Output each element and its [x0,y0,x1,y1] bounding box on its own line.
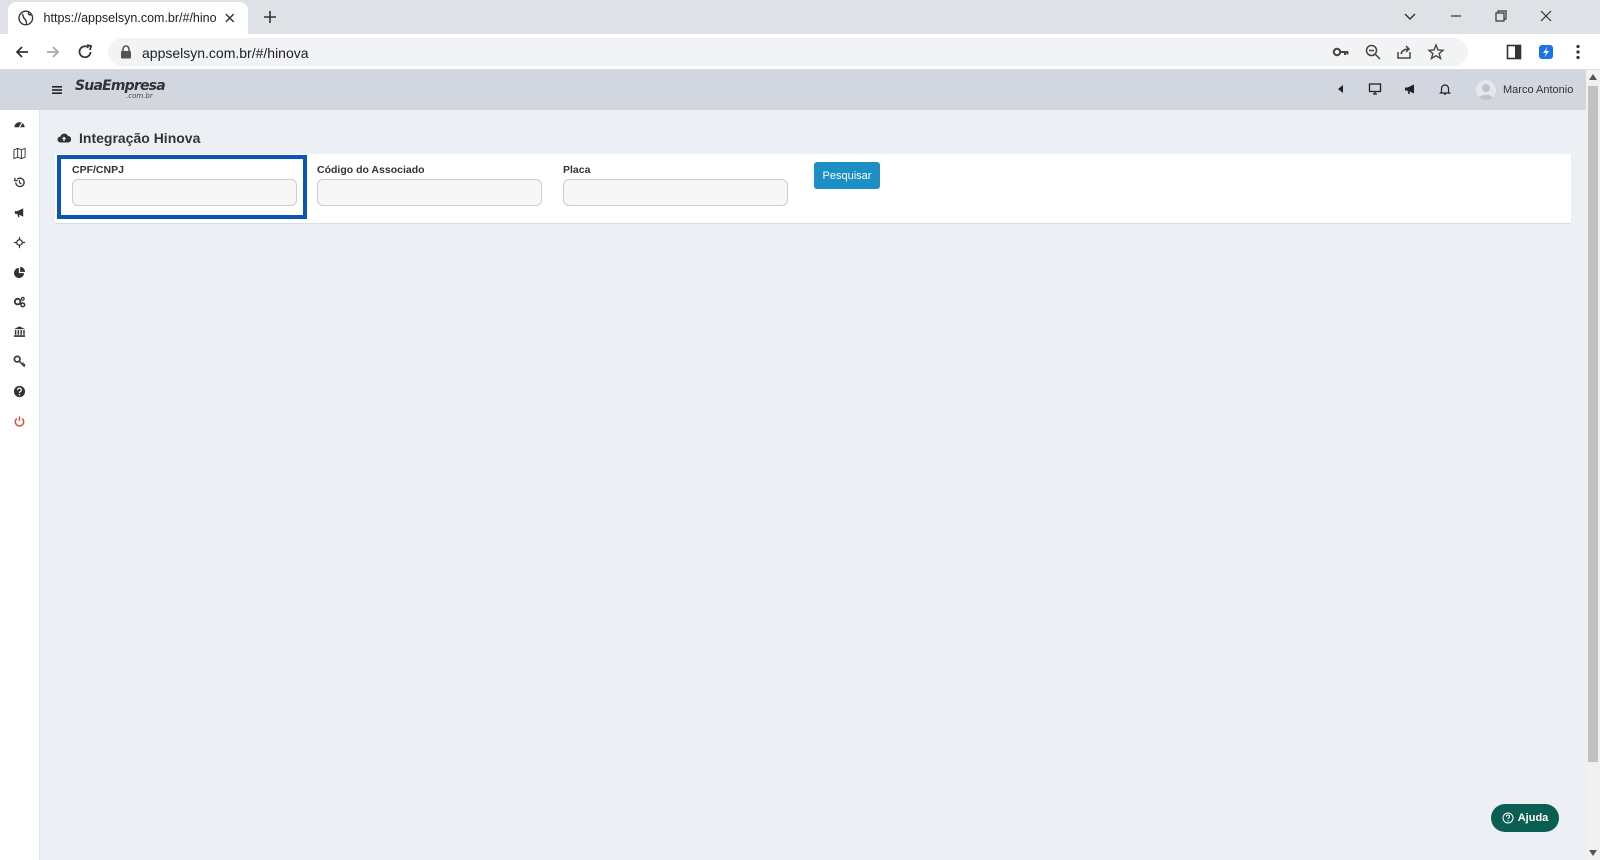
search-form-panel: CPF/CNPJ Código do Associado Placa Pesqu… [55,154,1571,224]
main-content: Integração Hinova CPF/CNPJ Código do Ass… [40,110,1586,860]
restore-icon[interactable] [1491,6,1511,26]
browser-toolbar: appselsyn.com.br/#/hinova [0,34,1600,70]
history-icon[interactable] [13,176,26,189]
placa-input[interactable] [563,179,788,206]
key-icon[interactable] [13,355,26,368]
codigo-associado-input[interactable] [317,179,542,206]
cloud-upload-icon [57,133,71,143]
url-text: appselsyn.com.br/#/hinova [142,45,309,61]
monitor-icon[interactable] [1368,82,1382,96]
app-header: SuaEmpresa .com.br Marco Antonio [0,70,1586,110]
cogs-icon[interactable] [13,296,26,309]
browser-tabstrip: https://appselsyn.com.br/#/hinova [0,0,1600,34]
scroll-thumb[interactable] [1588,86,1598,762]
map-icon[interactable] [13,147,26,160]
bank-icon[interactable] [13,325,26,338]
bookmark-star-icon[interactable] [1427,43,1445,61]
caret-left-icon[interactable] [1334,82,1348,96]
help-button[interactable]: Ajuda [1491,804,1559,832]
tab-title: https://appselsyn.com.br/#/hinova [43,11,217,25]
reload-icon[interactable] [75,42,95,62]
power-icon[interactable] [13,415,26,428]
page-header: Integração Hinova [57,130,200,146]
hamburger-menu-icon[interactable] [51,84,63,96]
globe-icon [18,10,34,26]
search-button[interactable]: Pesquisar [814,162,880,189]
crosshair-icon[interactable] [13,236,26,249]
question-circle-icon [1502,812,1514,824]
address-bar[interactable]: appselsyn.com.br/#/hinova [108,38,1468,66]
forward-arrow-icon[interactable] [43,42,63,62]
browser-tab[interactable]: https://appselsyn.com.br/#/hinova [8,2,248,34]
back-arrow-icon[interactable] [12,42,32,62]
minimize-icon[interactable] [1446,6,1466,26]
cpf-cnpj-input[interactable] [72,179,297,206]
user-avatar[interactable] [1476,80,1496,100]
company-logo-domain: .com.br [126,92,153,100]
dashboard-icon[interactable] [13,118,26,131]
side-panel-icon[interactable] [1504,42,1524,62]
close-icon[interactable] [222,10,238,26]
bell-icon[interactable] [1438,82,1452,96]
cpf-cnpj-label: CPF/CNPJ [72,164,124,176]
codigo-associado-label: Código do Associado [317,164,425,176]
share-icon[interactable] [1395,43,1413,61]
page-title: Integração Hinova [79,130,201,146]
window-close-icon[interactable] [1536,6,1556,26]
user-name[interactable]: Marco Antonio [1503,84,1573,96]
page-scrollbar[interactable] [1586,70,1600,860]
lock-icon[interactable] [120,45,132,59]
tab-search-chevron-icon[interactable] [1400,6,1420,26]
key-icon[interactable] [1332,43,1350,61]
scroll-up-arrow-icon[interactable] [1589,74,1597,80]
megaphone-icon[interactable] [1403,82,1417,96]
help-circle-icon[interactable] [13,385,26,398]
megaphone-icon[interactable] [13,206,26,219]
zoom-out-icon[interactable] [1364,43,1382,61]
help-button-label: Ajuda [1517,812,1549,824]
extension-icon[interactable] [1536,42,1556,62]
sidebar [0,110,40,860]
new-tab-icon[interactable] [260,7,280,27]
pie-chart-icon[interactable] [13,266,26,279]
scroll-down-arrow-icon[interactable] [1589,850,1597,856]
avatar-silhouette-icon [1478,84,1494,100]
placa-label: Placa [563,164,591,176]
kebab-menu-icon[interactable] [1568,42,1588,62]
